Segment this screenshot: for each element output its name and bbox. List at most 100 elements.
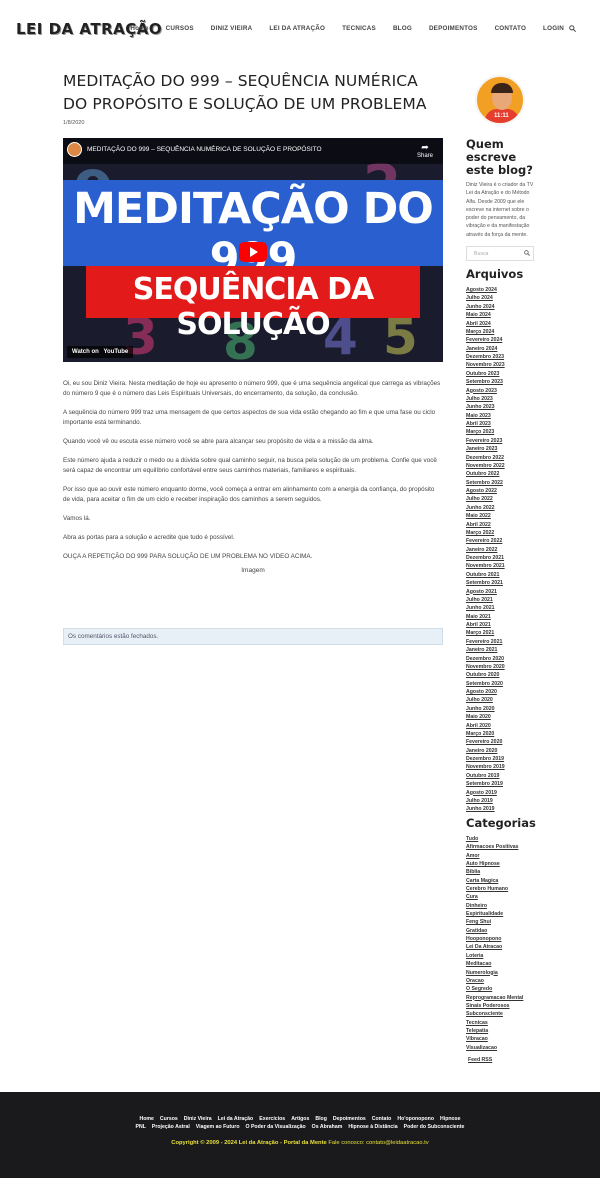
archive-link[interactable]: Janeiro 2022 xyxy=(466,546,536,554)
archive-link[interactable]: Janeiro 2020 xyxy=(466,747,536,755)
archive-link[interactable]: Janeiro 2021 xyxy=(466,646,536,654)
nav-home[interactable]: Home xyxy=(130,25,148,32)
archive-link[interactable]: Maio 2023 xyxy=(466,412,536,420)
category-link[interactable]: Sinais Poderosos xyxy=(466,1002,536,1010)
category-link[interactable]: Gratidao xyxy=(466,927,536,935)
archive-link[interactable]: Junho 2019 xyxy=(466,805,536,813)
category-link[interactable]: Tudo xyxy=(466,835,536,843)
archive-link[interactable]: Fevereiro 2024 xyxy=(466,336,536,344)
archive-link[interactable]: Agosto 2019 xyxy=(466,789,536,797)
category-link[interactable]: Telepatia xyxy=(466,1027,536,1035)
youtube-embed[interactable]: 9 2 3 8 4 5 MEDITAÇÃO DO 999 – SEQUÊNCIA… xyxy=(63,138,443,362)
footer-link[interactable]: Projeção Astral xyxy=(152,1124,190,1130)
archive-link[interactable]: Agosto 2021 xyxy=(466,588,536,596)
footer-link[interactable]: Contato xyxy=(372,1116,392,1122)
archive-link[interactable]: Setembro 2022 xyxy=(466,479,536,487)
video-title[interactable]: MEDITAÇÃO DO 999 – SEQUÊNCIA NUMÉRICA DE… xyxy=(87,146,322,153)
archive-link[interactable]: Dezembro 2022 xyxy=(466,454,536,462)
archive-link[interactable]: Dezembro 2019 xyxy=(466,755,536,763)
category-link[interactable]: Biblia xyxy=(466,868,536,876)
archive-link[interactable]: Outubro 2020 xyxy=(466,671,536,679)
category-link[interactable]: Numerologia xyxy=(466,969,536,977)
archive-link[interactable]: Janeiro 2023 xyxy=(466,445,536,453)
footer-link[interactable]: Poder do Subconsciente xyxy=(404,1124,465,1130)
archive-link[interactable]: Julho 2024 xyxy=(466,294,536,302)
category-link[interactable]: Visualizacao xyxy=(466,1044,536,1052)
category-link[interactable]: O Segredo xyxy=(466,985,536,993)
footer-link[interactable]: Viagem ao Futuro xyxy=(196,1124,240,1130)
archive-link[interactable]: Fevereiro 2022 xyxy=(466,537,536,545)
archive-link[interactable]: Março 2020 xyxy=(466,730,536,738)
archive-link[interactable]: Julho 2021 xyxy=(466,596,536,604)
category-link[interactable]: Afirmacoes Positivas xyxy=(466,843,536,851)
footer-link[interactable]: Home xyxy=(140,1116,154,1122)
footer-link[interactable]: Exercícios xyxy=(259,1116,285,1122)
archive-link[interactable]: Julho 2022 xyxy=(466,495,536,503)
archive-link[interactable]: Abril 2023 xyxy=(466,420,536,428)
category-link[interactable]: Dinheiro xyxy=(466,902,536,910)
archive-link[interactable]: Fevereiro 2020 xyxy=(466,738,536,746)
footer-link[interactable]: O Poder da Visualização xyxy=(246,1124,306,1130)
category-link[interactable]: Auto Hipnose xyxy=(466,860,536,868)
category-link[interactable]: Loteria xyxy=(466,952,536,960)
nav-depoimentos[interactable]: DEPOIMENTOS xyxy=(429,25,478,32)
archive-link[interactable]: Janeiro 2024 xyxy=(466,345,536,353)
category-link[interactable]: Amor xyxy=(466,852,536,860)
category-link[interactable]: Tecnicas xyxy=(466,1019,536,1027)
nav-lei-da-atracao[interactable]: LEI DA ATRAÇÃO xyxy=(269,25,325,32)
category-link[interactable]: Reprogramacao Mental xyxy=(466,994,536,1002)
category-link[interactable]: Oracao xyxy=(466,977,536,985)
nav-login[interactable]: LOGIN xyxy=(543,25,564,32)
archive-link[interactable]: Julho 2023 xyxy=(466,395,536,403)
archive-link[interactable]: Maio 2022 xyxy=(466,512,536,520)
archive-link[interactable]: Novembro 2019 xyxy=(466,763,536,771)
archive-link[interactable]: Março 2022 xyxy=(466,529,536,537)
archive-link[interactable]: Junho 2022 xyxy=(466,504,536,512)
channel-avatar[interactable] xyxy=(67,142,82,157)
category-link[interactable]: Hooponopono xyxy=(466,935,536,943)
archive-link[interactable]: Julho 2019 xyxy=(466,797,536,805)
play-button-icon[interactable] xyxy=(239,242,267,262)
archive-link[interactable]: Fevereiro 2021 xyxy=(466,638,536,646)
footer-link[interactable]: Lei da Atração xyxy=(218,1116,254,1122)
archive-link[interactable]: Outubro 2019 xyxy=(466,772,536,780)
nav-tecnicas[interactable]: TECNICAS xyxy=(342,25,376,32)
footer-link[interactable]: Diniz Vieira xyxy=(184,1116,212,1122)
search-icon[interactable] xyxy=(569,25,576,34)
archive-link[interactable]: Setembro 2019 xyxy=(466,780,536,788)
archive-link[interactable]: Fevereiro 2023 xyxy=(466,437,536,445)
category-link[interactable]: Meditacao xyxy=(466,960,536,968)
category-link[interactable]: Cura xyxy=(466,893,536,901)
archive-link[interactable]: Março 2023 xyxy=(466,428,536,436)
category-link[interactable]: Lei Da Atracao xyxy=(466,943,536,951)
category-link[interactable]: Espiritualidade xyxy=(466,910,536,918)
watch-on-youtube[interactable]: Watch on YouTube xyxy=(67,346,134,358)
archive-link[interactable]: Agosto 2023 xyxy=(466,387,536,395)
footer-link[interactable]: Artigos xyxy=(291,1116,309,1122)
category-link[interactable]: Vibracao xyxy=(466,1035,536,1043)
archive-link[interactable]: Agosto 2024 xyxy=(466,286,536,294)
archive-link[interactable]: Novembro 2022 xyxy=(466,462,536,470)
archive-link[interactable]: Novembro 2023 xyxy=(466,361,536,369)
feed-rss-link[interactable]: Feed RSS xyxy=(468,1057,492,1063)
archive-link[interactable]: Agosto 2022 xyxy=(466,487,536,495)
footer-link[interactable]: Os Abraham xyxy=(312,1124,343,1130)
category-link[interactable]: Feng Shui xyxy=(466,918,536,926)
footer-link[interactable]: Hipnose à Distância xyxy=(348,1124,397,1130)
nav-blog[interactable]: BLOG xyxy=(393,25,412,32)
archive-link[interactable]: Outubro 2021 xyxy=(466,571,536,579)
archive-link[interactable]: Agosto 2020 xyxy=(466,688,536,696)
footer-link[interactable]: Cursos xyxy=(160,1116,178,1122)
archive-link[interactable]: Abril 2021 xyxy=(466,621,536,629)
contact-email-link[interactable]: contato@leidaatracao.tv xyxy=(366,1140,429,1146)
archive-link[interactable]: Setembro 2023 xyxy=(466,378,536,386)
archive-link[interactable]: Dezembro 2023 xyxy=(466,353,536,361)
archive-link[interactable]: Maio 2020 xyxy=(466,713,536,721)
archive-link[interactable]: Dezembro 2020 xyxy=(466,655,536,663)
archive-link[interactable]: Junho 2021 xyxy=(466,604,536,612)
archive-link[interactable]: Outubro 2022 xyxy=(466,470,536,478)
share-button[interactable]: ➦ Share xyxy=(417,142,433,159)
category-link[interactable]: Cerebro Humano xyxy=(466,885,536,893)
archive-link[interactable]: Junho 2020 xyxy=(466,705,536,713)
archive-link[interactable]: Novembro 2021 xyxy=(466,562,536,570)
